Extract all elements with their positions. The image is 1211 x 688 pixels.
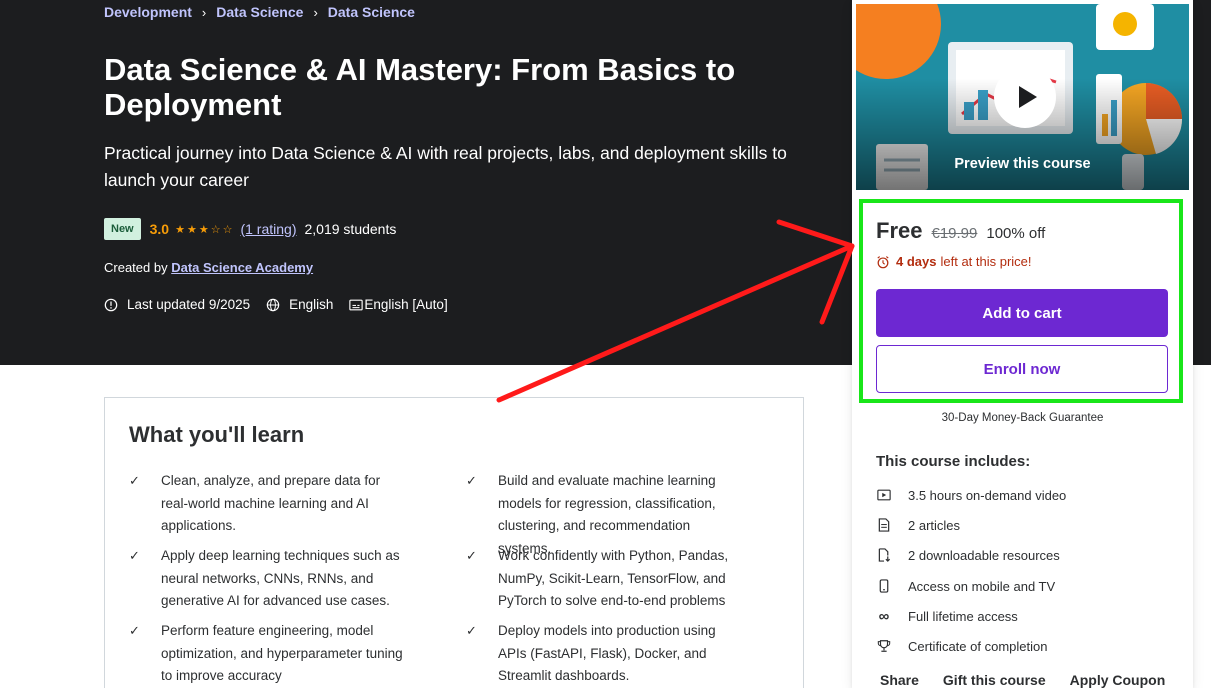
course-page: Development › Data Science › Data Scienc…	[0, 0, 1211, 688]
learn-title: What you'll learn	[129, 422, 305, 447]
created-by-label: Created by	[104, 260, 168, 275]
learn-item: ✓ Clean, analyze, and prepare data for re…	[129, 470, 404, 538]
price-timer: 4 days left at this price!	[876, 254, 1032, 269]
rating-count-link[interactable]: (1 rating)	[240, 221, 296, 237]
learn-item: ✓ Work confidently with Python, Pandas, N…	[466, 545, 741, 613]
apply-coupon-link[interactable]: Apply Coupon	[1070, 672, 1166, 688]
what-you-will-learn: What you'll learn ✓ Clean, analyze, and p…	[104, 397, 804, 688]
rating-value: 3.0	[149, 221, 170, 237]
breadcrumb-item-data-science[interactable]: Data Science	[216, 4, 303, 20]
created-by: Created by Data Science Academy	[104, 260, 313, 275]
star-filled-icon: ★	[175, 223, 187, 236]
star-empty-icon: ☆	[210, 223, 223, 236]
check-icon: ✓	[129, 548, 140, 563]
article-icon	[876, 517, 892, 533]
enroll-now-button[interactable]: Enroll now	[876, 345, 1168, 393]
star-rating: ★★★☆☆	[175, 223, 234, 236]
breadcrumb-item-data-science-topic[interactable]: Data Science	[328, 4, 415, 20]
course-preview[interactable]: Preview this course	[856, 4, 1189, 190]
play-icon[interactable]	[994, 66, 1056, 128]
new-badge: New	[104, 218, 141, 240]
include-item: Certificate of completion	[876, 638, 1047, 654]
check-icon: ✓	[129, 473, 140, 488]
learn-item: ✓ Deploy models into production using API…	[466, 620, 741, 688]
globe-icon	[266, 298, 280, 311]
preview-label: Preview this course	[954, 156, 1091, 172]
check-icon: ✓	[466, 473, 477, 488]
infinity-icon: ∞	[878, 607, 890, 625]
check-icon: ✓	[466, 548, 477, 563]
chevron-right-icon: ›	[201, 4, 207, 20]
language: English	[266, 297, 333, 312]
include-item: Access on mobile and TV	[876, 578, 1055, 594]
current-price: Free	[876, 218, 923, 243]
star-filled-icon: ★	[186, 223, 199, 236]
download-icon	[876, 547, 892, 563]
star-empty-icon: ☆	[222, 223, 235, 236]
course-title: Data Science & AI Mastery: From Basics t…	[104, 52, 736, 122]
check-icon: ✓	[129, 623, 140, 638]
gift-course-link[interactable]: Gift this course	[943, 672, 1046, 688]
alert-clock-icon	[104, 298, 118, 311]
add-to-cart-button[interactable]: Add to cart	[876, 289, 1168, 337]
course-subtitle: Practical journey into Data Science & AI…	[104, 143, 787, 190]
learn-item: ✓ Perform feature engineering, model opti…	[129, 620, 404, 688]
rating-row: New 3.0 ★★★☆☆ (1 rating) 2,019 students	[104, 218, 396, 240]
breadcrumb: Development › Data Science › Data Scienc…	[104, 4, 415, 20]
learn-item: ✓ Apply deep learning techniques such as …	[129, 545, 404, 613]
include-item: 2 downloadable resources	[876, 547, 1060, 563]
trophy-icon	[876, 638, 892, 654]
breadcrumb-item-development[interactable]: Development	[104, 4, 192, 20]
alarm-clock-icon	[877, 255, 889, 268]
purchase-card: Preview this course Free €19.99 100% off…	[852, 0, 1193, 688]
discount-percent: 100% off	[986, 225, 1046, 242]
share-link[interactable]: Share	[880, 672, 919, 688]
check-icon: ✓	[466, 623, 477, 638]
last-updated: Last updated 9/2025	[104, 297, 250, 312]
price-row: Free €19.99 100% off	[876, 218, 1045, 244]
money-back-guarantee: 30-Day Money-Back Guarantee	[941, 412, 1104, 424]
course-meta: Last updated 9/2025 English English [Aut…	[104, 297, 448, 312]
captions: English [Auto]	[349, 297, 448, 312]
star-filled-icon: ★	[198, 223, 211, 236]
closed-captions-icon	[349, 299, 364, 310]
timer-text: left at this price!	[940, 254, 1032, 269]
include-item: 3.5 hours on-demand video	[876, 487, 1066, 503]
includes-title: This course includes:	[876, 453, 1031, 470]
video-icon	[876, 487, 892, 503]
chevron-right-icon: ›	[313, 4, 318, 20]
instructor-link[interactable]: Data Science Academy	[171, 260, 313, 275]
card-footer-links: Share Gift this course Apply Coupon	[880, 672, 1189, 688]
include-item: 2 articles	[876, 517, 960, 533]
original-price: €19.99	[931, 225, 978, 242]
include-item: ∞ Full lifetime access	[876, 607, 1018, 625]
mobile-icon	[876, 578, 892, 594]
days-left: 4 days	[896, 254, 937, 269]
students-count: 2,019 students	[304, 221, 397, 237]
